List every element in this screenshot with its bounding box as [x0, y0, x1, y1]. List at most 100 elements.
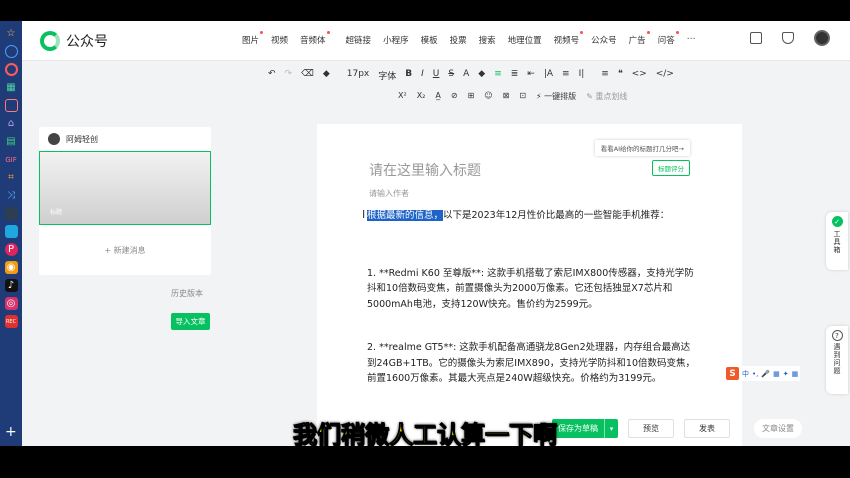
- ime-more-icon[interactable]: ▦: [792, 370, 799, 378]
- highlight-line-button[interactable]: ✎ 重点划线: [586, 91, 627, 102]
- background-color-icon[interactable]: ◆: [478, 69, 485, 82]
- mobile-preview-icon[interactable]: [750, 32, 762, 44]
- logo[interactable]: 公众号: [40, 31, 108, 51]
- auto-format-button[interactable]: ⚡ 一键排版: [536, 91, 576, 102]
- code-icon[interactable]: </>: [656, 69, 674, 82]
- help-widget[interactable]: ? 遇到问题: [826, 326, 848, 394]
- article-editor: 看看AI给你的标题打几分吧→ 标题评分 请在这里输入标题 请输入作者 I 根据最…: [317, 124, 742, 446]
- ai-title-tip[interactable]: 看看AI给你的标题打几分吧→: [594, 140, 690, 156]
- video-letterbox-bottom: [0, 446, 850, 478]
- punctuation-icon[interactable]: •,: [752, 370, 758, 378]
- clock-icon[interactable]: [4, 45, 18, 58]
- font-family-select[interactable]: 字体: [378, 69, 396, 82]
- clear-format-icon[interactable]: ⊘: [451, 91, 458, 102]
- title-input[interactable]: 请在这里输入标题: [369, 160, 481, 180]
- top-bar: 公众号 图片 视频 音频体 超链接 小程序 模板 投票 搜索 地理位置 视频号 …: [22, 21, 850, 61]
- pinterest-icon[interactable]: P: [4, 243, 18, 256]
- skin-icon[interactable]: ✦: [783, 370, 789, 378]
- format-toolbar: ↶ ↷ ⌫ ◆ 17px 字体 B I U S A ◆ ≡ ≣ ⇤ |A ≡ I…: [268, 69, 674, 82]
- top-right-tools: [750, 30, 830, 46]
- image-insert-icon[interactable]: ⊠: [503, 91, 510, 102]
- layout-icon[interactable]: ⊡: [519, 91, 526, 102]
- superscript-icon[interactable]: X²: [398, 91, 407, 102]
- format-painter-icon[interactable]: ◆: [323, 69, 330, 82]
- shield-icon[interactable]: [782, 32, 794, 44]
- article-thumbnail[interactable]: 标题: [39, 151, 211, 225]
- dark-icon[interactable]: [4, 207, 18, 220]
- quote-icon[interactable]: ❝: [618, 69, 623, 82]
- nav-item-video[interactable]: 视频: [271, 34, 288, 46]
- text-style-icon[interactable]: A̲: [435, 91, 440, 102]
- crop-icon[interactable]: ⌗: [5, 171, 18, 184]
- font-size-select[interactable]: 17px: [347, 69, 370, 82]
- nav-item-hyperlink[interactable]: 超链接: [346, 34, 372, 46]
- tiktok-icon[interactable]: ♪: [4, 279, 18, 292]
- avatar[interactable]: [814, 30, 830, 46]
- letter-spacing-icon[interactable]: |A: [544, 69, 553, 82]
- title-score-button[interactable]: 标题评分: [652, 160, 690, 176]
- video-letterbox-top: [0, 0, 850, 21]
- home-icon[interactable]: ⌂: [5, 117, 18, 130]
- toolbox-widget[interactable]: ✓ 工具箱: [826, 212, 848, 270]
- divider-icon[interactable]: <>: [632, 69, 647, 82]
- mic-icon[interactable]: 🎤: [761, 370, 770, 378]
- doc-icon[interactable]: ▤: [5, 135, 18, 148]
- panel-header: 阿姆轻创: [39, 127, 211, 151]
- media-icon[interactable]: ◉: [4, 261, 18, 274]
- shuffle-icon[interactable]: ⤨: [5, 189, 18, 202]
- gif-icon[interactable]: GIF: [5, 153, 18, 166]
- paragraph: 根据最新的信息，以下是2023年12月性价比最高的一些智能手机推荐：: [367, 208, 697, 224]
- align-left-icon[interactable]: ≡: [494, 69, 502, 82]
- table-icon[interactable]: ≡: [601, 69, 609, 82]
- paragraph: 2. **realme GT5**: 这款手机配备高通骁龙8Gen2处理器，内存…: [367, 342, 696, 384]
- thumbnail-label: 标题: [50, 209, 63, 216]
- italic-icon[interactable]: I: [421, 69, 424, 82]
- author-input[interactable]: 请输入作者: [369, 188, 409, 199]
- nav-item-audio[interactable]: 音频体: [300, 31, 329, 46]
- nav-item-channels[interactable]: 视频号: [554, 31, 583, 46]
- nav-item-more[interactable]: ⋯: [687, 34, 696, 46]
- eraser-icon[interactable]: ⌫: [301, 69, 314, 82]
- paragraph-spacing-icon[interactable]: I|: [579, 69, 585, 82]
- underline-icon[interactable]: U: [433, 69, 440, 82]
- strikethrough-icon[interactable]: S: [448, 69, 454, 82]
- nav-item-search[interactable]: 搜索: [479, 34, 496, 46]
- redo-icon[interactable]: ↷: [285, 69, 293, 82]
- help-label: 遇到问题: [833, 343, 841, 375]
- indent-icon[interactable]: ⇤: [527, 69, 535, 82]
- nav-item-vote[interactable]: 投票: [450, 34, 467, 46]
- nav-item-template[interactable]: 模板: [421, 34, 438, 46]
- tv-icon[interactable]: [4, 225, 18, 238]
- font-color-icon[interactable]: A: [463, 69, 469, 82]
- align-justify-icon[interactable]: ≣: [511, 69, 519, 82]
- left-dock: ☆ ▦ ⌂ ▤ GIF ⌗ ⤨ P ◉ ♪ ◎ REC +: [0, 21, 22, 446]
- sogou-icon: S: [726, 367, 739, 380]
- ime-toolbar[interactable]: S 中 •, 🎤 ▦ ✦ ▦: [724, 366, 801, 381]
- new-message-button[interactable]: + 新建消息: [39, 225, 211, 256]
- star-icon[interactable]: ☆: [5, 27, 18, 40]
- line-height-icon[interactable]: ≡: [562, 69, 570, 82]
- ime-mode[interactable]: 中: [742, 369, 749, 379]
- record-icon[interactable]: [4, 63, 18, 76]
- article-list-panel: 阿姆轻创 标题 + 新建消息: [39, 127, 211, 275]
- nav-item-miniprogram[interactable]: 小程序: [383, 34, 409, 46]
- nav-item-official-account[interactable]: 公众号: [591, 34, 617, 46]
- history-version-link[interactable]: 历史版本: [171, 288, 203, 299]
- list-icon[interactable]: ⊞: [468, 91, 475, 102]
- recorder-icon[interactable]: REC: [4, 315, 18, 328]
- subscript-icon[interactable]: X₂: [417, 91, 426, 102]
- nav-item-ads[interactable]: 广告: [629, 31, 650, 46]
- nav-item-location[interactable]: 地理位置: [508, 34, 542, 46]
- undo-icon[interactable]: ↶: [268, 69, 276, 82]
- keyboard-icon[interactable]: ▦: [773, 370, 780, 378]
- nav-item-image[interactable]: 图片: [242, 31, 264, 46]
- box-icon[interactable]: [4, 99, 18, 112]
- nav-item-qa[interactable]: 问答: [658, 31, 679, 46]
- browser-screen: ☆ ▦ ⌂ ▤ GIF ⌗ ⤨ P ◉ ♪ ◎ REC + 公众号 图片 视频 …: [0, 21, 850, 446]
- article-body[interactable]: 根据最新的信息，以下是2023年12月性价比最高的一些智能手机推荐： 1. **…: [367, 208, 697, 415]
- import-article-button[interactable]: 导入文章: [171, 313, 210, 330]
- emoji-icon[interactable]: ☺: [484, 91, 492, 102]
- instagram-icon[interactable]: ◎: [4, 297, 18, 310]
- bold-icon[interactable]: B: [405, 69, 412, 82]
- apps-icon[interactable]: ▦: [5, 81, 18, 94]
